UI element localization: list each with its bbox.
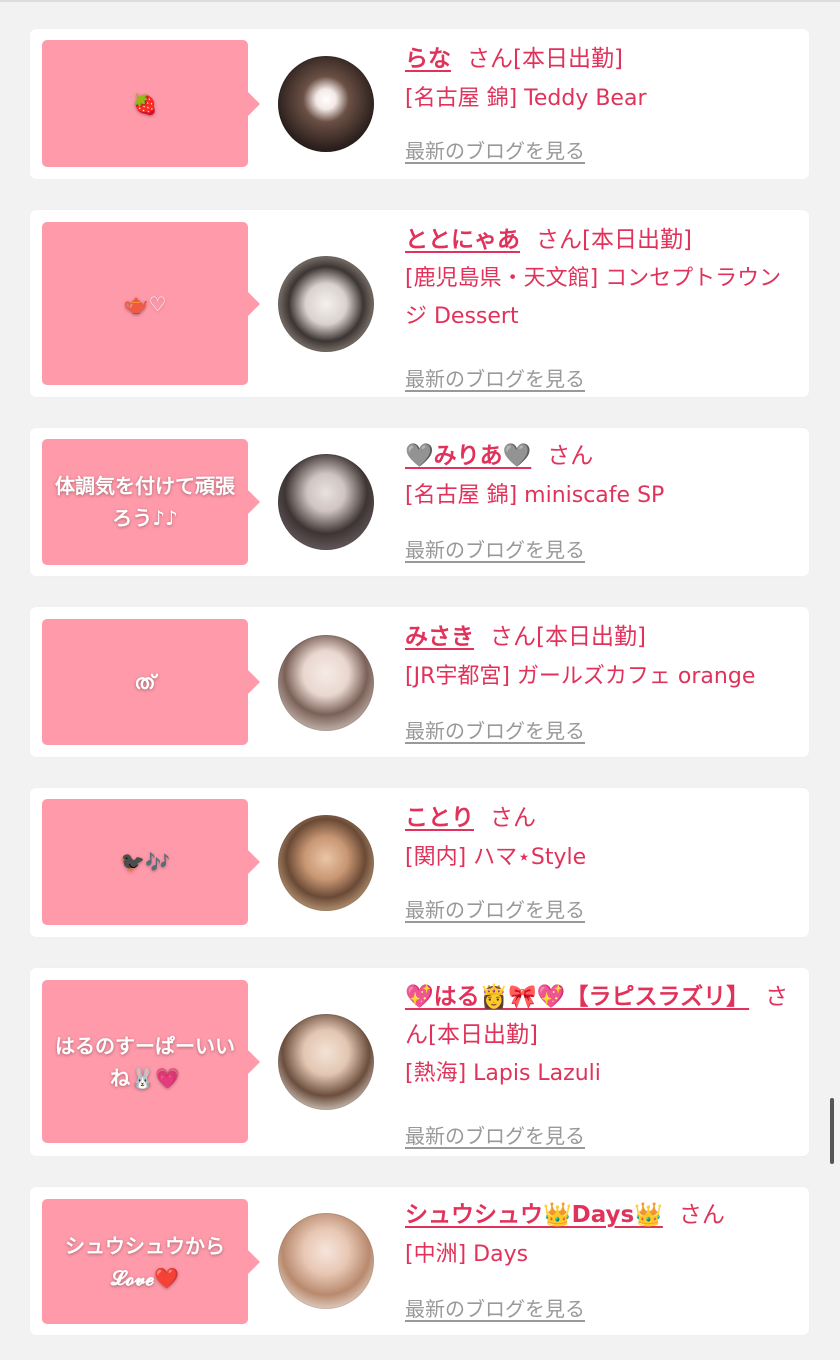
latest-blog-link[interactable]: 最新のブログを見る	[405, 715, 585, 744]
comment-bubble: はるのすーぱーいいね🐰💗	[42, 980, 260, 1143]
cast-card: シュウシュウから𝓛𝓸𝓿𝓮❤️ シュウシュウ👑Days👑 さん [中洲] Days …	[30, 1187, 809, 1335]
latest-blog-link[interactable]: 最新のブログを見る	[405, 135, 585, 164]
cast-name-link[interactable]: ことり	[405, 805, 474, 831]
san-label: さん	[536, 227, 582, 253]
san-label: さん	[678, 1202, 725, 1228]
comment-bubble: ത്	[42, 619, 260, 745]
san-label: さん	[490, 624, 536, 650]
cast-name-link[interactable]: らな	[405, 46, 451, 72]
san-label: さん	[490, 805, 536, 831]
avatar[interactable]	[278, 454, 374, 550]
cast-name-link[interactable]: ととにゃあ	[405, 227, 520, 253]
shop-label: [中洲] Days	[405, 1242, 529, 1267]
cast-card: ത് みさき さん[本日出勤] [JR宇都宮] ガールズカフェ orange 最新…	[30, 607, 809, 757]
comment-bubble: 体調気を付けて頑張ろう♪♪	[42, 439, 260, 565]
avatar[interactable]	[278, 56, 374, 152]
comment-bubble: 🐦‍⬛🎶	[42, 799, 260, 925]
cast-name-link[interactable]: シュウシュウ👑Days👑	[405, 1202, 663, 1228]
status-label: [本日出勤]	[536, 624, 646, 650]
avatar[interactable]	[278, 1014, 374, 1110]
shop-label: [熱海] Lapis Lazuli	[405, 1061, 601, 1086]
latest-blog-link[interactable]: 最新のブログを見る	[405, 534, 585, 563]
status-label: [本日出勤]	[428, 1022, 538, 1048]
shop-label: [鹿児島県・天文館] コンセプトラウンジ Dessert	[405, 266, 782, 329]
latest-blog-link[interactable]: 最新のブログを見る	[405, 1293, 585, 1322]
shop-label: [関内] ハマ⋆Style	[405, 845, 587, 870]
comment-bubble: シュウシュウから𝓛𝓸𝓿𝓮❤️	[42, 1199, 260, 1324]
comment-bubble: 🍓	[42, 40, 260, 167]
san-label: さん	[467, 46, 513, 72]
cast-card: はるのすーぱーいいね🐰💗 💖はる👸🎀💖【ラピスラズリ】 さん[本日出勤] [熱海]…	[30, 968, 809, 1156]
top-divider	[0, 0, 840, 2]
latest-blog-link[interactable]: 最新のブログを見る	[405, 363, 585, 392]
comment-bubble: 🫖♡	[42, 222, 260, 385]
latest-blog-link[interactable]: 最新のブログを見る	[405, 1120, 585, 1149]
shop-label: [名古屋 錦] miniscafe SP	[405, 483, 665, 508]
shop-label: [JR宇都宮] ガールズカフェ orange	[405, 664, 756, 689]
cast-name-link[interactable]: 💖はる👸🎀💖【ラピスラズリ】	[405, 984, 749, 1010]
cast-name-link[interactable]: 🩶みりあ🩶	[405, 443, 531, 469]
avatar[interactable]	[278, 1213, 374, 1309]
latest-blog-link[interactable]: 最新のブログを見る	[405, 894, 585, 923]
cast-card: 🐦‍⬛🎶 ことり さん [関内] ハマ⋆Style 最新のブログを見る	[30, 788, 809, 937]
san-label: さん	[547, 443, 594, 469]
scrollbar-thumb[interactable]	[830, 1098, 834, 1164]
avatar[interactable]	[278, 815, 374, 911]
cast-name-link[interactable]: みさき	[405, 624, 474, 650]
avatar[interactable]	[278, 635, 374, 731]
avatar[interactable]	[278, 256, 374, 352]
cast-card: 体調気を付けて頑張ろう♪♪ 🩶みりあ🩶 さん [名古屋 錦] miniscafe …	[30, 428, 809, 576]
shop-label: [名古屋 錦] Teddy Bear	[405, 86, 647, 111]
status-label: [本日出勤]	[582, 227, 692, 253]
status-label: [本日出勤]	[513, 46, 623, 72]
cast-card: 🫖♡ ととにゃあ さん[本日出勤] [鹿児島県・天文館] コンセプトラウンジ De…	[30, 210, 809, 397]
cast-card: 🍓 らな さん[本日出勤] [名古屋 錦] Teddy Bear 最新のブログを見…	[30, 29, 809, 179]
